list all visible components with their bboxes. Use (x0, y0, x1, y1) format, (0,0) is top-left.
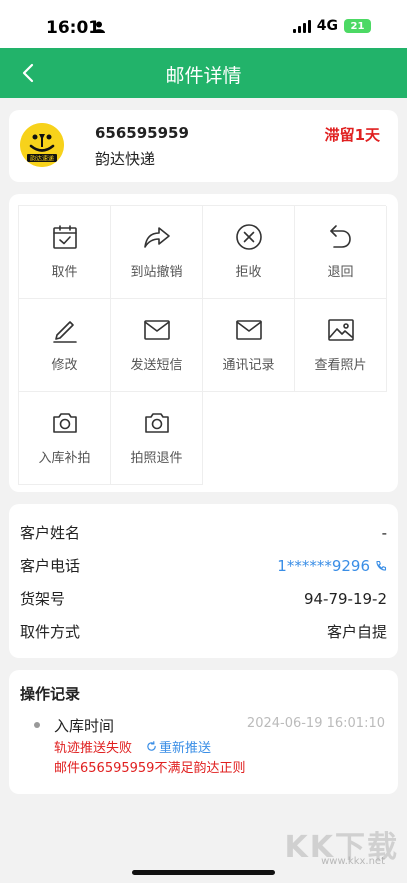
edit-button[interactable]: 修改 (19, 299, 111, 392)
person-icon (93, 21, 105, 33)
nav-bar: 邮件详情 (0, 48, 407, 98)
pencil-icon (52, 321, 77, 343)
action-grid: 取件 到站撤销 拒收 退回 修改 发送短信 通讯记录 查看照片 入库补拍 拍照退… (18, 205, 387, 485)
network-type: 4G (316, 18, 338, 34)
signal-icon (292, 19, 311, 33)
page-title: 邮件详情 (165, 65, 242, 87)
phone-icon (376, 560, 387, 571)
info-row-name: 客户姓名 - (20, 516, 387, 549)
actions-card: 取件 到站撤销 拒收 退回 修改 发送短信 通讯记录 查看照片 入库补拍 拍照退… (9, 194, 398, 492)
log-event: 入库时间 (54, 717, 115, 735)
revoke-arrival-button[interactable]: 到站撤销 (111, 206, 203, 299)
operation-log-card: 操作记录 入库时间 2024-06-19 16:01:10 轨迹推送失败 重新推… (9, 670, 398, 794)
pickup-button[interactable]: 取件 (19, 206, 111, 299)
info-row-shelf: 货架号 94-79-19-2 (20, 582, 387, 615)
phone-link[interactable]: 1******9296 (277, 557, 387, 575)
rephotograph-button[interactable]: 入库补拍 (19, 392, 111, 485)
courier-name: 韵达快递 (95, 150, 156, 168)
action-label: 拍照退件 (130, 451, 183, 466)
action-label: 修改 (51, 358, 78, 373)
return-button[interactable]: 退回 (295, 206, 387, 299)
action-label: 退回 (327, 265, 354, 280)
action-label: 到站撤销 (130, 265, 183, 280)
undo-icon (329, 225, 351, 248)
info-label: 取件方式 (20, 623, 81, 641)
battery-icon: 21 (344, 19, 371, 33)
status-bar: 16:01 4G 21 (0, 0, 407, 48)
status-time: 16:01 (46, 18, 101, 38)
status-indicators: 4G 21 (292, 18, 371, 34)
envelope-icon (143, 320, 170, 340)
calendar-check-icon (52, 225, 77, 249)
retry-push-button[interactable]: 重新推送 (146, 737, 211, 756)
contact-log-button[interactable]: 通讯记录 (203, 299, 295, 392)
home-indicator (132, 870, 275, 875)
camera-icon (144, 413, 169, 433)
action-label: 入库补拍 (38, 451, 91, 466)
action-label: 发送短信 (130, 358, 183, 373)
info-label: 货架号 (20, 590, 66, 608)
svg-text:韵达速递: 韵达速递 (30, 155, 54, 163)
info-value: 94-79-19-2 (303, 589, 387, 608)
envelope-icon (235, 320, 262, 340)
view-photos-button[interactable]: 查看照片 (295, 299, 387, 392)
info-row-phone: 客户电话 1******9296 (20, 549, 387, 582)
info-value: - (381, 523, 387, 542)
section-title: 操作记录 (20, 685, 81, 703)
camera-icon (52, 413, 77, 433)
info-label: 客户姓名 (20, 524, 81, 542)
tracking-number: 656595959 (95, 124, 189, 142)
refresh-icon (147, 741, 156, 751)
retry-label: 重新推送 (159, 741, 212, 756)
info-value: 客户自提 (326, 623, 387, 641)
status-badge: 滞留1天 (324, 126, 380, 144)
yunda-logo: 韵达速递 (20, 123, 64, 167)
share-arrow-icon (143, 227, 170, 248)
circle-x-icon (235, 224, 262, 250)
action-label: 查看照片 (314, 358, 367, 373)
action-label: 取件 (51, 265, 78, 280)
package-card: 韵达速递 656595959 韵达快递 滞留1天 (9, 110, 398, 182)
reject-button[interactable]: 拒收 (203, 206, 295, 299)
phone-number: 1******9296 (277, 556, 370, 575)
info-row-pickup-method: 取件方式 客户自提 (20, 615, 387, 648)
info-label: 客户电话 (20, 557, 81, 575)
push-error-text: 轨迹推送失败 (54, 741, 133, 756)
timeline-dot (34, 722, 40, 728)
send-sms-button[interactable]: 发送短信 (111, 299, 203, 392)
photo-return-button[interactable]: 拍照退件 (111, 392, 203, 485)
customer-info-card: 客户姓名 - 客户电话 1******9296 货架号 94-79-19-2 取… (9, 504, 398, 658)
action-label: 通讯记录 (222, 358, 275, 373)
error-reason: 邮件656595959不满足韵达正则 (54, 761, 246, 776)
image-icon (327, 319, 354, 341)
action-label: 拒收 (235, 265, 262, 280)
log-timestamp: 2024-06-19 16:01:10 (246, 716, 385, 731)
watermark-url: www.kkx.net (321, 856, 385, 867)
